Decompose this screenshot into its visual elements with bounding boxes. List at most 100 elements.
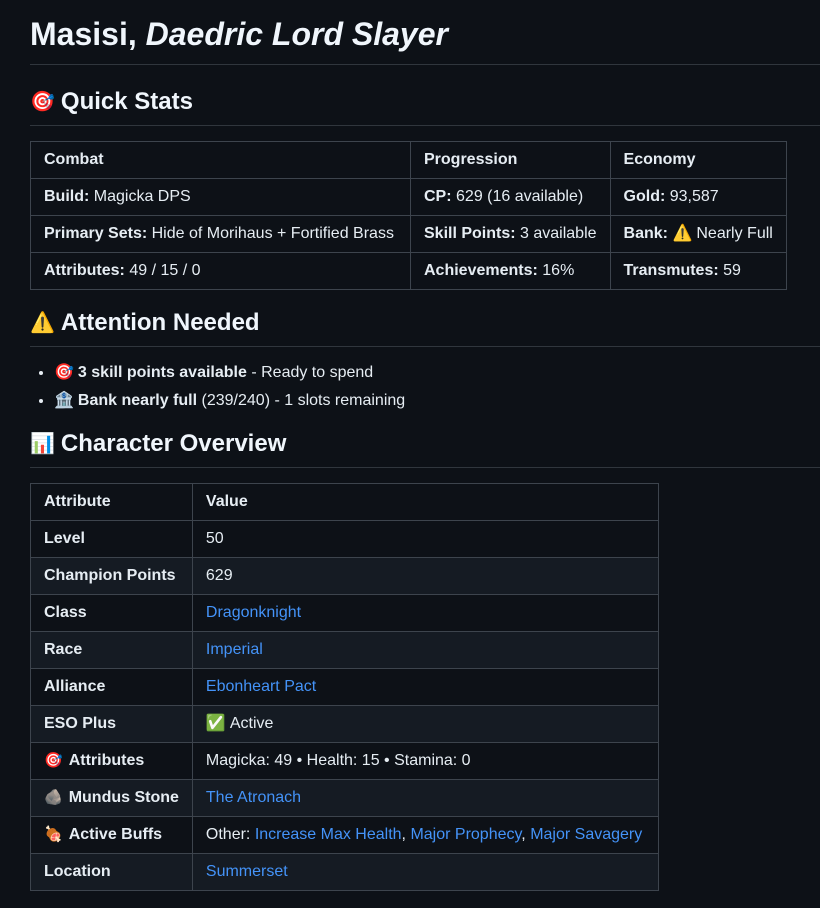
table-row: Level 50 xyxy=(30,520,659,558)
attention-item-title: 3 skill points available xyxy=(77,364,247,381)
stat-label: Skill Points: xyxy=(424,225,516,242)
attribute-value: ✅ Active xyxy=(191,705,659,743)
attention-heading: ⚠️ Attention Needed xyxy=(30,308,820,347)
column-header-progression: Progression xyxy=(410,141,611,179)
stat-value: 59 xyxy=(723,262,741,279)
buff-link[interactable]: Major Prophecy xyxy=(410,826,521,843)
stat-value: Hide of Morihaus + Fortified Brass xyxy=(151,225,394,242)
attention-item-detail: - Ready to spend xyxy=(246,364,374,381)
page: Masisi, Daedric Lord Slayer 🎯 Quick Stat… xyxy=(0,0,820,891)
table-row: 🍖 Active Buffs Other: Increase Max Health,… xyxy=(30,816,659,854)
stat-value: Nearly Full xyxy=(696,225,773,242)
attribute-name: Location xyxy=(30,853,193,891)
quick-stats-heading: 🎯 Quick Stats xyxy=(30,87,820,126)
stat-cell: CP: 629 (16 available) xyxy=(410,178,611,216)
value-link[interactable]: Dragonknight xyxy=(206,604,301,621)
value-link[interactable]: Ebonheart Pact xyxy=(206,678,316,695)
meat-icon: 🍖 xyxy=(44,826,63,843)
attention-list: 🎯3 skill points available - Ready to spe… xyxy=(30,359,820,415)
stat-cell: Transmutes: 59 xyxy=(609,252,787,290)
stat-value: 3 available xyxy=(520,225,597,242)
attribute-name: Level xyxy=(30,520,193,558)
stat-cell: Achievements: 16% xyxy=(410,252,611,290)
stat-label: Gold: xyxy=(623,188,666,205)
column-header-attribute: Attribute xyxy=(30,483,193,521)
attribute-name: Race xyxy=(30,631,193,669)
column-header-economy: Economy xyxy=(609,141,787,179)
buff-link[interactable]: Major Savagery xyxy=(530,826,642,843)
table-row: Class Dragonknight xyxy=(30,594,659,632)
table-row: Primary Sets: Hide of Morihaus + Fortifi… xyxy=(30,215,787,253)
attribute-label: Champion Points xyxy=(44,567,176,584)
table-row: Champion Points 629 xyxy=(30,557,659,595)
target-icon: 🎯 xyxy=(30,90,55,113)
attribute-name: 🍖 Active Buffs xyxy=(30,816,193,854)
attribute-value: Imperial xyxy=(191,631,659,669)
attribute-label: Attributes xyxy=(68,752,145,769)
attention-item-detail: (239/240) - 1 slots remaining xyxy=(197,392,406,409)
quick-stats-heading-text: Quick Stats xyxy=(60,88,193,115)
attribute-value: Magicka: 49 • Health: 15 • Stamina: 0 xyxy=(191,742,659,780)
table-row: Attributes: 49 / 15 / 0 Achievements: 16%… xyxy=(30,252,787,290)
attribute-label: ESO Plus xyxy=(44,715,117,732)
stat-cell: Bank: ⚠️ Nearly Full xyxy=(609,215,787,253)
target-icon: 🎯 xyxy=(54,364,74,381)
character-overview-table: Attribute Value Level 50 Champion Points 62… xyxy=(30,483,659,891)
table-row: 🎯 Attributes Magicka: 49 • Health: 15 • St… xyxy=(30,742,659,780)
table-row: 🪨 Mundus Stone The Atronach xyxy=(30,779,659,817)
attribute-label: Location xyxy=(44,863,111,880)
attention-heading-text: Attention Needed xyxy=(60,309,260,336)
page-title: Masisi, Daedric Lord Slayer xyxy=(30,0,820,65)
stat-value: Magicka DPS xyxy=(93,188,191,205)
table-row: Alliance Ebonheart Pact xyxy=(30,668,659,706)
attribute-name: 🎯 Attributes xyxy=(30,742,193,780)
target-icon: 🎯 xyxy=(44,752,63,769)
stat-value: 49 / 15 / 0 xyxy=(129,262,201,279)
attribute-label: Active Buffs xyxy=(68,826,163,843)
attribute-label: Alliance xyxy=(44,678,106,695)
bank-icon: 🏦 xyxy=(54,392,74,409)
value-text: Active xyxy=(229,715,274,732)
warning-icon: ⚠️ xyxy=(30,311,55,334)
stat-label: Transmutes: xyxy=(623,262,719,279)
character-title: Daedric Lord Slayer xyxy=(145,16,448,52)
character-name: Masisi, xyxy=(30,16,137,52)
stat-value: 93,587 xyxy=(669,188,719,205)
value-prefix: Other: xyxy=(205,826,255,843)
attribute-name: 🪨 Mundus Stone xyxy=(30,779,193,817)
stat-label: CP: xyxy=(424,188,452,205)
stat-cell: Primary Sets: Hide of Morihaus + Fortifi… xyxy=(30,215,411,253)
stat-value: 16% xyxy=(542,262,575,279)
attribute-label: Class xyxy=(44,604,87,621)
warning-icon: ⚠️ xyxy=(672,225,693,242)
attention-item-title: Bank nearly full xyxy=(77,392,198,409)
stat-cell: Attributes: 49 / 15 / 0 xyxy=(30,252,411,290)
attribute-name: Alliance xyxy=(30,668,193,706)
check-icon: ✅ xyxy=(205,715,226,732)
quick-stats-table: Combat Progression Economy Build: Magick… xyxy=(30,141,787,290)
attribute-name: Champion Points xyxy=(30,557,193,595)
overview-heading: 📊 Character Overview xyxy=(30,429,820,468)
value-link[interactable]: Summerset xyxy=(206,863,288,880)
column-header-value: Value xyxy=(191,483,659,521)
table-row: Build: Magicka DPS CP: 629 (16 available)… xyxy=(30,178,787,216)
bar-chart-icon: 📊 xyxy=(30,432,55,455)
stat-label: Primary Sets: xyxy=(44,225,148,242)
stat-label: Build: xyxy=(44,188,90,205)
value-link[interactable]: Imperial xyxy=(206,641,263,658)
table-row: Location Summerset xyxy=(30,853,659,891)
attribute-value: Summerset xyxy=(191,853,659,891)
table-row: Race Imperial xyxy=(30,631,659,669)
overview-heading-text: Character Overview xyxy=(60,430,287,457)
attribute-name: Class xyxy=(30,594,193,632)
attribute-value: The Atronach xyxy=(191,779,659,817)
value-link[interactable]: The Atronach xyxy=(206,789,301,806)
column-header-combat: Combat xyxy=(30,141,411,179)
value-text: 50 xyxy=(205,530,224,547)
stat-cell: Gold: 93,587 xyxy=(609,178,787,216)
stat-label: Achievements: xyxy=(424,262,538,279)
buff-link[interactable]: Increase Max Health xyxy=(255,826,402,843)
attribute-label: Mundus Stone xyxy=(68,789,179,806)
stat-cell: Build: Magicka DPS xyxy=(30,178,411,216)
attribute-name: ESO Plus xyxy=(30,705,193,743)
